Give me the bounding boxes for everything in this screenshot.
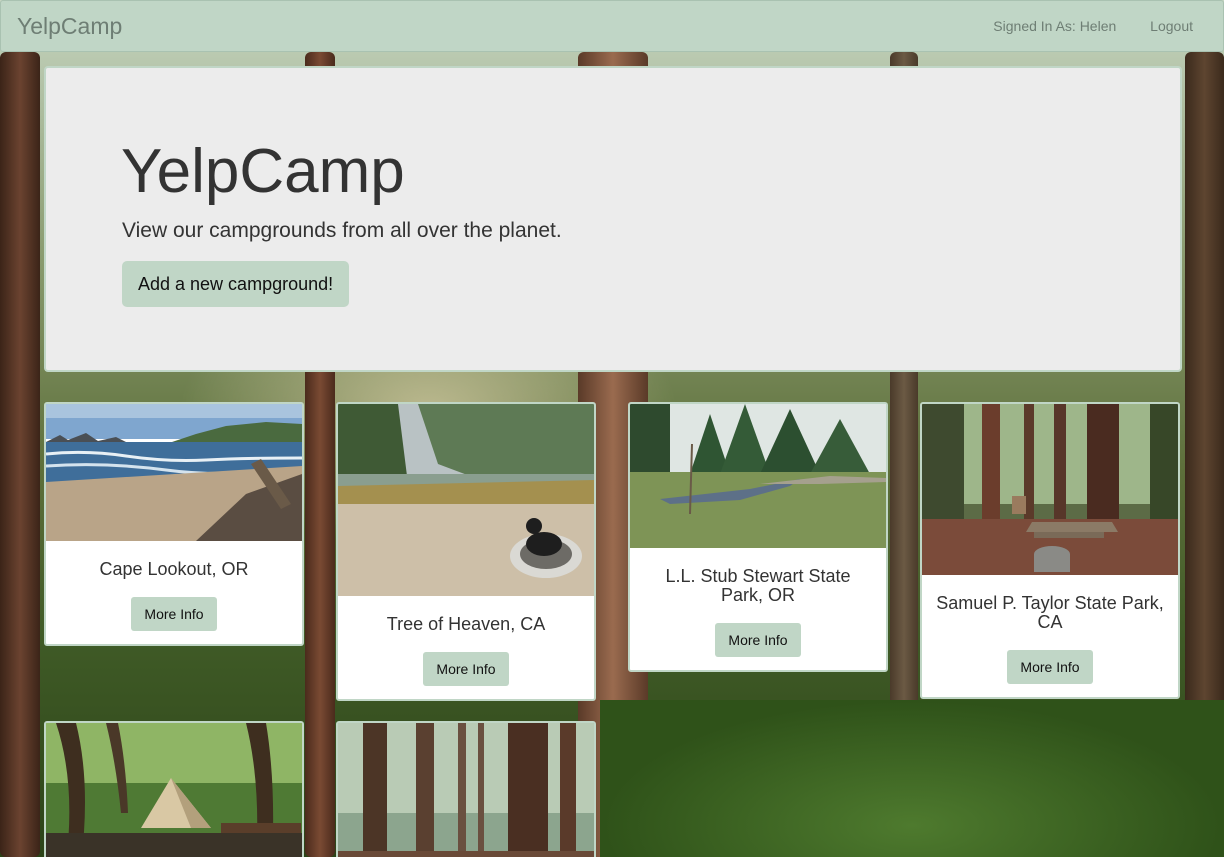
page-lead: View our campgrounds from all over the p… xyxy=(122,219,562,242)
campground-image[interactable] xyxy=(630,404,886,548)
campground-card xyxy=(44,721,304,857)
more-info-button[interactable]: More Info xyxy=(715,623,801,657)
brand-link[interactable]: YelpCamp xyxy=(17,13,122,40)
campground-name: Samuel P. Taylor State Park, CA xyxy=(936,593,1164,632)
campground-card: Tree of Heaven, CA More Info xyxy=(336,402,596,701)
campground-image[interactable] xyxy=(922,404,1178,575)
campground-name: L.L. Stub Stewart State Park, OR xyxy=(665,566,851,605)
campground-name: Tree of Heaven, CA xyxy=(386,614,546,634)
jumbotron: YelpCamp View our campgrounds from all o… xyxy=(44,66,1182,372)
campground-image[interactable] xyxy=(46,723,302,857)
campground-card xyxy=(336,721,596,857)
signed-in-label[interactable]: Signed In As: Helen xyxy=(993,18,1116,34)
nav-right: Signed In As: Helen Logout xyxy=(963,18,1193,34)
logout-link[interactable]: Logout xyxy=(1150,18,1193,34)
page-title: YelpCamp xyxy=(121,137,405,206)
campground-name: Cape Lookout, OR xyxy=(99,559,249,579)
campground-image[interactable] xyxy=(338,723,594,857)
campground-image[interactable] xyxy=(338,404,594,596)
campground-card: Cape Lookout, OR More Info xyxy=(44,402,304,646)
add-campground-button[interactable]: Add a new campground! xyxy=(122,261,350,307)
campground-card: Samuel P. Taylor State Park, CA More Inf… xyxy=(920,402,1180,699)
campground-card: L.L. Stub Stewart State Park, OR More In… xyxy=(628,402,888,672)
more-info-button[interactable]: More Info xyxy=(131,597,217,631)
more-info-button[interactable]: More Info xyxy=(423,652,509,686)
navbar: YelpCamp Signed In As: Helen Logout xyxy=(0,0,1224,52)
more-info-button[interactable]: More Info xyxy=(1007,650,1093,684)
campground-image[interactable] xyxy=(46,404,302,541)
